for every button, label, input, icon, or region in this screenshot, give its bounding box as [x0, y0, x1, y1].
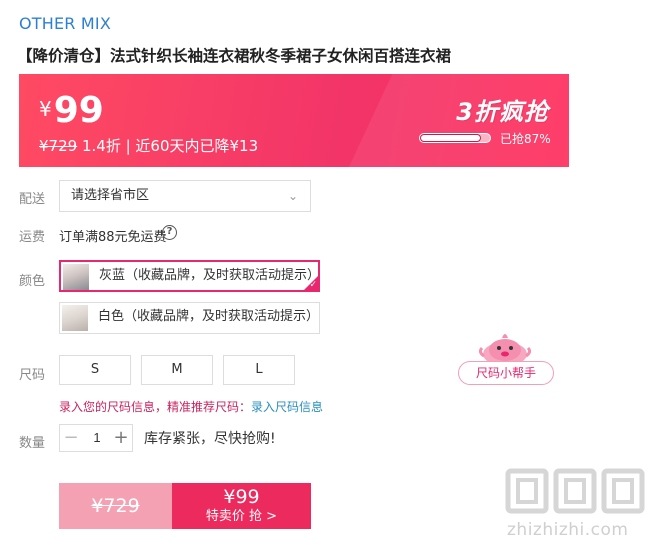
stock-warning: 库存紧张，尽快抢购!	[144, 431, 276, 447]
color-thumbnail	[63, 264, 89, 290]
watermark: zhizhizhi.com	[497, 468, 647, 548]
color-thumbnail	[62, 305, 88, 331]
original-price: ¥729	[39, 137, 78, 155]
size-option-l[interactable]: L	[223, 355, 295, 385]
currency-symbol: ¥	[39, 97, 52, 121]
watermark-text: zhizhizhi.com	[507, 520, 629, 540]
size-option-s[interactable]: S	[59, 355, 131, 385]
shipping-label: 运费	[19, 230, 46, 245]
help-icon[interactable]: ?	[162, 225, 177, 240]
size-hint-text: 录入您的尺码信息，精准推荐尺码：	[59, 400, 252, 414]
chevron-down-icon: ⌄	[287, 189, 298, 203]
color-label: 颜色	[19, 274, 46, 289]
product-title: 【降价清仓】法式针织长袖连衣裙秋冬季裙子女休闲百搭连衣裙	[17, 47, 452, 65]
quantity-input[interactable]	[84, 425, 110, 451]
price-value: 99	[53, 90, 104, 131]
buy-original-price: ¥729	[91, 495, 140, 517]
watermark-logo	[505, 468, 551, 514]
shipping-text: 订单满88元免运费	[59, 230, 167, 245]
sold-progress-bar	[419, 133, 491, 143]
watermark-logo	[601, 468, 647, 514]
quantity-label: 数量	[19, 436, 46, 451]
watermark-logo	[553, 468, 599, 514]
size-option-m[interactable]: M	[141, 355, 213, 385]
price-banner: ¥99 ¥729 1.4折 | 近60天内已降¥13 3折疯抢 已抢87%	[19, 74, 569, 167]
sold-progress-text: 已抢87%	[500, 132, 551, 146]
region-select-value: 请选择省市区	[71, 188, 150, 203]
color-option-white[interactable]: 白色（收藏品牌，及时获取活动提示）	[59, 302, 320, 334]
price-drop-note: 近60天内已降¥13	[135, 137, 259, 155]
color-option-grey-blue[interactable]: 灰蓝（收藏品牌，及时获取活动提示） ✓	[59, 260, 320, 292]
sold-progress-fill	[420, 134, 481, 142]
original-price-button[interactable]: ¥729	[59, 483, 172, 529]
buy-label: 特卖价 抢 >	[205, 509, 278, 524]
current-price: ¥99	[39, 90, 104, 131]
size-entry-link[interactable]: 录入尺码信息	[251, 400, 323, 414]
size-label: 尺码	[19, 368, 46, 383]
color-option-label: 灰蓝（收藏品牌，及时获取活动提示）	[99, 268, 321, 283]
discount-rate: 1.4折	[81, 137, 121, 155]
brand-name[interactable]: OTHER MIX	[19, 14, 111, 33]
color-option-label: 白色（收藏品牌，及时获取活动提示）	[98, 309, 320, 324]
promo-label: 3折疯抢	[456, 98, 549, 126]
quantity-plus-button[interactable]: +	[110, 425, 132, 451]
quantity-stepper: − +	[59, 424, 133, 452]
price-separator: |	[120, 137, 136, 155]
quantity-minus-button[interactable]: −	[60, 425, 82, 451]
price-subline: ¥729 1.4折 | 近60天内已降¥13	[39, 135, 258, 156]
region-select[interactable]: 请选择省市区 ⌄	[59, 180, 311, 212]
size-helper-button[interactable]: 尺码小帮手	[458, 361, 554, 385]
buy-now-button[interactable]: ¥99 特卖价 抢 >	[172, 483, 311, 529]
buy-price: ¥99	[223, 486, 260, 508]
size-hint: 录入您的尺码信息，精准推荐尺码：录入尺码信息	[59, 398, 323, 415]
delivery-label: 配送	[19, 192, 46, 207]
check-icon: ✓	[309, 280, 317, 290]
